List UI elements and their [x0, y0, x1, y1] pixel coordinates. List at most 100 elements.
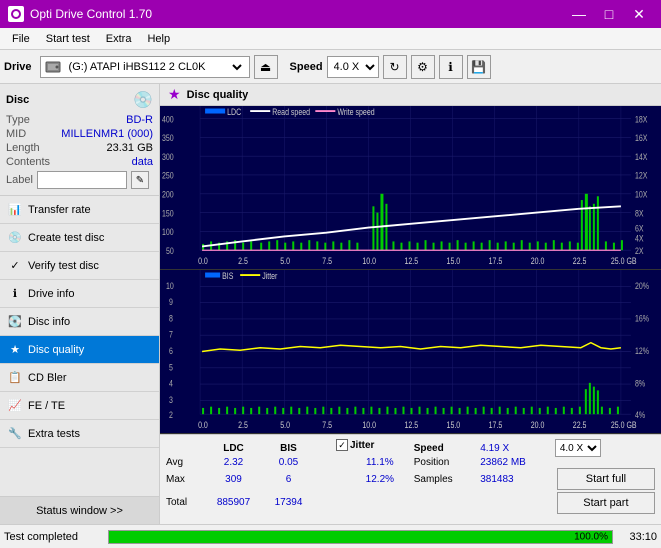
- disc-info-label: Disc info: [28, 316, 70, 328]
- svg-text:16X: 16X: [635, 133, 648, 143]
- disc-icon: 💿: [133, 90, 153, 110]
- menu-bar: File Start test Extra Help: [0, 28, 661, 50]
- time-display: 33:10: [617, 531, 657, 543]
- drive-selector[interactable]: (G:) ATAPI iHBS112 2 CL0K: [40, 56, 250, 78]
- svg-text:5.0: 5.0: [280, 420, 290, 430]
- menu-extra[interactable]: Extra: [98, 31, 140, 47]
- refresh-button[interactable]: ↻: [383, 55, 407, 79]
- svg-text:0.0: 0.0: [198, 256, 208, 266]
- bottom-stats: LDC BIS ✓ Jitter Speed 4.19 X 4: [160, 434, 661, 524]
- disc-quality-header-icon: ★: [168, 86, 181, 103]
- charts-area: 400 350 300 250 200 150 100 50 18X 16X 1…: [160, 106, 661, 434]
- menu-start-test[interactable]: Start test: [38, 31, 98, 47]
- svg-text:200: 200: [162, 190, 174, 200]
- sidebar-item-fe-te[interactable]: 📈 FE / TE: [0, 392, 159, 420]
- bis-jitter-chart-svg: 10 9 8 7 6 5 4 3 2 20% 16% 12% 8% 4%: [160, 270, 661, 433]
- sidebar-item-drive-info[interactable]: ℹ Drive info: [0, 280, 159, 308]
- close-button[interactable]: ✕: [625, 0, 653, 28]
- disc-mid-row: MID MILLENMR1 (000): [6, 128, 153, 140]
- length-value: 23.31 GB: [107, 142, 153, 154]
- svg-text:Read speed: Read speed: [272, 107, 310, 117]
- svg-text:BIS: BIS: [222, 271, 233, 281]
- svg-text:18X: 18X: [635, 115, 648, 125]
- disc-info-icon: 💽: [8, 315, 22, 329]
- avg-bis: 0.05: [261, 457, 316, 468]
- menu-file[interactable]: File: [4, 31, 38, 47]
- svg-text:5: 5: [169, 363, 173, 373]
- status-text: Test completed: [4, 531, 104, 543]
- info-button[interactable]: ℹ: [439, 55, 463, 79]
- sidebar-item-extra-tests[interactable]: 🔧 Extra tests: [0, 420, 159, 448]
- menu-help[interactable]: Help: [139, 31, 178, 47]
- progress-container: 100.0%: [108, 530, 613, 544]
- create-test-disc-icon: 💿: [8, 231, 22, 245]
- svg-text:12.5: 12.5: [404, 256, 418, 266]
- fe-te-label: FE / TE: [28, 400, 65, 412]
- samples-value: 381483: [476, 468, 551, 491]
- drive-icon: [45, 59, 61, 75]
- svg-text:7.5: 7.5: [322, 256, 332, 266]
- settings-button[interactable]: ⚙: [411, 55, 435, 79]
- label-input[interactable]: [37, 171, 127, 189]
- cd-bler-label: CD Bler: [28, 372, 67, 384]
- sidebar-item-transfer-rate[interactable]: 📊 Transfer rate: [0, 196, 159, 224]
- contents-value: data: [132, 156, 153, 168]
- sidebar-item-cd-bler[interactable]: 📋 CD Bler: [0, 364, 159, 392]
- svg-text:20.0: 20.0: [531, 256, 545, 266]
- drive-info-label: Drive info: [28, 288, 74, 300]
- svg-text:10: 10: [166, 281, 174, 291]
- speed-select-dropdown[interactable]: 4.0 X: [555, 439, 601, 457]
- toolbar: Drive (G:) ATAPI iHBS112 2 CL0K ⏏ Speed …: [0, 50, 661, 84]
- speed-value: 4.19 X: [476, 439, 551, 457]
- disc-info-panel: Disc 💿 Type BD-R MID MILLENMR1 (000) Len…: [0, 84, 159, 196]
- label-edit-button[interactable]: ✎: [131, 171, 149, 189]
- speed-select-cell: 4.0 X: [551, 439, 655, 457]
- minimize-button[interactable]: —: [565, 0, 593, 28]
- jitter-checkbox[interactable]: ✓: [336, 439, 348, 451]
- drive-dropdown[interactable]: (G:) ATAPI iHBS112 2 CL0K: [65, 60, 245, 74]
- svg-text:Jitter: Jitter: [262, 271, 278, 281]
- svg-text:12%: 12%: [635, 346, 649, 356]
- svg-text:22.5: 22.5: [573, 256, 587, 266]
- total-label: Total: [166, 491, 206, 514]
- eject-button[interactable]: ⏏: [254, 55, 278, 79]
- mid-value: MILLENMR1 (000): [61, 128, 153, 140]
- content-area: ★ Disc quality: [160, 84, 661, 524]
- start-full-button[interactable]: Start full: [557, 468, 655, 490]
- disc-contents-row: Contents data: [6, 156, 153, 168]
- svg-text:17.5: 17.5: [489, 256, 503, 266]
- sidebar-item-verify-test-disc[interactable]: ✓ Verify test disc: [0, 252, 159, 280]
- maximize-button[interactable]: □: [595, 0, 623, 28]
- verify-test-disc-icon: ✓: [8, 259, 22, 273]
- length-key: Length: [6, 142, 40, 154]
- disc-length-row: Length 23.31 GB: [6, 142, 153, 154]
- svg-text:20.0: 20.0: [531, 420, 545, 430]
- svg-text:25.0 GB: 25.0 GB: [611, 420, 637, 430]
- create-test-disc-label: Create test disc: [28, 232, 104, 244]
- sidebar-item-create-test-disc[interactable]: 💿 Create test disc: [0, 224, 159, 252]
- svg-text:8%: 8%: [635, 379, 645, 389]
- status-window-button[interactable]: Status window >>: [0, 496, 159, 524]
- svg-text:350: 350: [162, 133, 174, 143]
- svg-text:50: 50: [166, 246, 174, 256]
- disc-quality-header: ★ Disc quality: [160, 84, 661, 106]
- window-controls: — □ ✕: [565, 0, 653, 28]
- app-icon: [8, 6, 24, 22]
- position-value: 23862 MB: [476, 457, 551, 468]
- position-label: Position: [406, 457, 477, 468]
- progress-bar: [109, 531, 612, 543]
- stats-table: LDC BIS ✓ Jitter Speed 4.19 X 4: [166, 439, 655, 514]
- disc-label-row: Label ✎: [6, 171, 153, 189]
- speed-dropdown[interactable]: 4.0 X 2.0 X 8.0 X: [327, 56, 379, 78]
- disc-type-row: Type BD-R: [6, 114, 153, 126]
- sidebar-item-disc-quality[interactable]: ★ Disc quality: [0, 336, 159, 364]
- mid-key: MID: [6, 128, 26, 140]
- cd-bler-icon: 📋: [8, 371, 22, 385]
- save-button[interactable]: 💾: [467, 55, 491, 79]
- app-title: Opti Drive Control 1.70: [30, 7, 152, 21]
- sidebar-item-disc-info[interactable]: 💽 Disc info: [0, 308, 159, 336]
- samples-label: Samples: [406, 468, 477, 491]
- disc-title: Disc: [6, 94, 29, 106]
- start-part-button[interactable]: Start part: [557, 492, 655, 514]
- svg-text:25.0 GB: 25.0 GB: [611, 256, 637, 266]
